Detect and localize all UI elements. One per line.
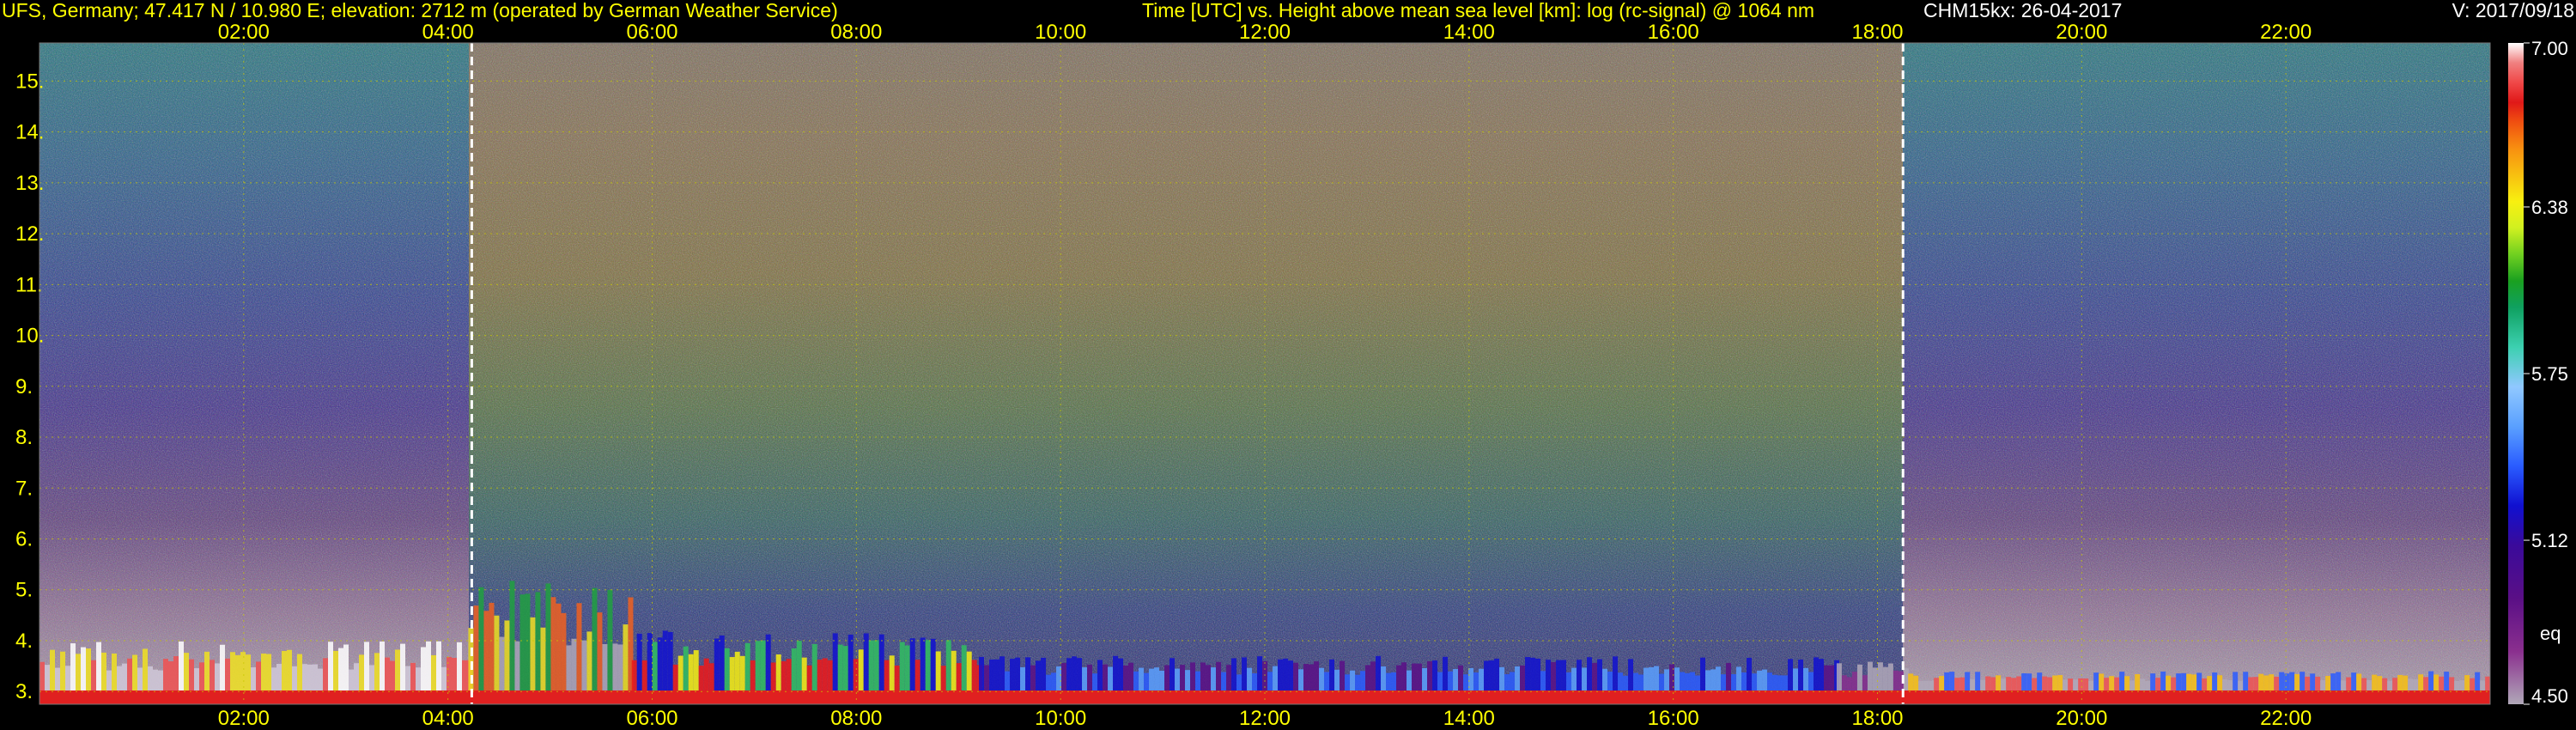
- colorbar-tick-label: 4.50: [2531, 685, 2568, 707]
- x-tick-label-top: 08:00: [830, 21, 882, 44]
- x-tick-label-top: 12:00: [1239, 21, 1291, 44]
- aerosol-column: [478, 587, 484, 704]
- aerosol-column: [519, 594, 526, 704]
- x-axis-top: 02:00 04:00 06:00 08:00 10:00 12:00 14:00 16:00…: [218, 21, 2312, 44]
- y-tick-label: 7.: [15, 477, 33, 500]
- colorbar-tick-label: 7.00: [2531, 38, 2568, 59]
- aerosol-column: [525, 593, 531, 704]
- aerosol-column: [509, 581, 515, 704]
- colorbar: 7.00 6.38 5.75 5.12 4.50 eq: [2508, 38, 2568, 707]
- x-tick-label-top: 18:00: [1851, 21, 1903, 44]
- x-tick-label-bottom: 16:00: [1648, 707, 1699, 730]
- instrument-date: CHM15kx: 26-04-2017: [1923, 0, 2122, 21]
- colorbar-tick-label: 6.38: [2531, 197, 2568, 218]
- x-tick-label-bottom: 08:00: [830, 707, 882, 730]
- version-label: V: 2017/09/18: [2452, 0, 2574, 21]
- aerosol-column: [607, 589, 613, 704]
- x-tick-label-bottom: 04:00: [422, 707, 474, 730]
- x-tick-label-bottom: 14:00: [1443, 707, 1495, 730]
- x-tick-label-bottom: 10:00: [1035, 707, 1086, 730]
- x-tick-label-top: 14:00: [1443, 21, 1495, 44]
- x-tick-label-top: 20:00: [2056, 21, 2107, 44]
- colorbar-unit: eq: [2540, 623, 2561, 644]
- aerosol-column: [592, 587, 598, 704]
- aerosol-column: [550, 597, 556, 704]
- aerosol-column: [489, 602, 495, 704]
- colorbar-tick-label: 5.12: [2531, 530, 2568, 551]
- aerosol-column: [473, 605, 479, 704]
- plot-description: Time [UTC] vs. Height above mean sea lev…: [1142, 0, 1814, 21]
- y-tick-label: 3.: [15, 680, 33, 703]
- station-info: UFS, Germany; 47.417 N / 10.980 E; eleva…: [2, 0, 838, 21]
- x-tick-label-top: 06:00: [626, 21, 677, 44]
- x-tick-label-bottom: 18:00: [1851, 707, 1903, 730]
- x-tick-label-bottom: 02:00: [218, 707, 270, 730]
- x-tick-label-top: 02:00: [218, 21, 270, 44]
- y-tick-label: 4.: [15, 630, 33, 653]
- y-tick-label: 9.: [15, 375, 33, 398]
- aerosol-column: [545, 583, 551, 704]
- x-tick-label-top: 04:00: [422, 21, 474, 44]
- x-tick-label-bottom: 12:00: [1239, 707, 1291, 730]
- colorbar-tick-label: 5.75: [2531, 363, 2568, 385]
- aerosol-column: [556, 603, 562, 704]
- y-tick-label: 6.: [15, 528, 33, 551]
- x-tick-label-bottom: 20:00: [2056, 707, 2107, 730]
- x-tick-label-top: 22:00: [2260, 21, 2312, 44]
- ceilometer-chart: UFS, Germany; 47.417 N / 10.980 E; eleva…: [2, 0, 2574, 730]
- y-tick-label: 5.: [15, 579, 33, 602]
- x-tick-label-bottom: 22:00: [2260, 707, 2312, 730]
- colorbar-scale: [2508, 43, 2524, 704]
- colorbar-ticks: 7.00 6.38 5.75 5.12 4.50: [2524, 38, 2568, 707]
- y-tick-label: 8.: [15, 426, 33, 449]
- aerosol-column: [597, 612, 603, 704]
- x-tick-label-top: 10:00: [1035, 21, 1086, 44]
- aerosol-column: [483, 611, 489, 704]
- x-tick-label-bottom: 06:00: [626, 707, 677, 730]
- x-axis-bottom: 02:00 04:00 06:00 08:00 10:00 12:00 14:00 16:00…: [218, 707, 2312, 730]
- aerosol-column: [576, 603, 582, 704]
- y-tick-label: 11.: [15, 273, 43, 296]
- x-tick-label-top: 16:00: [1648, 21, 1699, 44]
- aerosol-column: [535, 592, 541, 704]
